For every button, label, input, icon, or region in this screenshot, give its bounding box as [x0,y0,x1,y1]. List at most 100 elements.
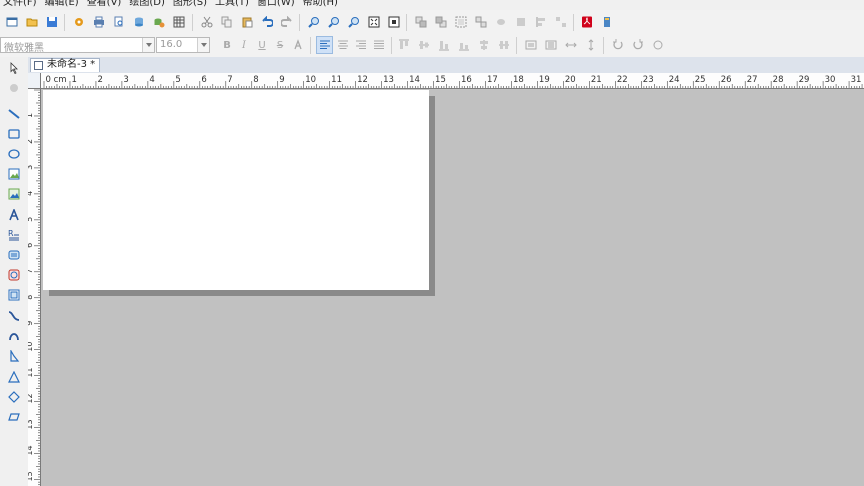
h-spacing-icon[interactable] [564,38,578,52]
v-spacing-icon[interactable] [584,38,598,52]
chevron-down-icon[interactable] [142,38,154,52]
horizontal-center-icon[interactable] [497,38,511,52]
align-center-button[interactable] [336,38,350,52]
grid-icon[interactable] [172,15,186,29]
ruler-label: 22 [617,75,628,85]
align-objects-icon[interactable] [534,15,548,29]
fit-width-icon[interactable] [387,15,401,29]
label-page[interactable] [43,90,429,290]
strike-button[interactable]: S [273,38,287,52]
menu-item-1[interactable]: 编辑(E) [41,0,83,8]
cut-icon[interactable] [200,15,214,29]
ruler-label: 0 cm [46,75,67,85]
ruler-label: 17 [487,75,498,85]
same-width-icon[interactable] [524,38,538,52]
curve-tool-icon[interactable] [7,309,21,323]
print-preview-icon[interactable] [112,15,126,29]
align-top-icon[interactable] [397,38,411,52]
document-tab[interactable]: 未命名-3 * [30,58,101,72]
font-size-select[interactable]: 16.0 [156,37,210,53]
ruler-label: 8 [28,295,34,300]
shape-tool-icon[interactable] [7,268,21,282]
document-icon [34,61,43,70]
arc-tool-icon[interactable] [7,329,21,343]
zoom-actual-icon[interactable] [347,15,361,29]
rectangle-tool-icon[interactable] [7,127,21,141]
calculator-icon[interactable] [600,15,614,29]
table-tool-icon[interactable] [7,288,21,302]
lock-icon[interactable] [514,15,528,29]
menu-item-6[interactable]: 窗口(W) [253,0,299,8]
chevron-down-icon[interactable] [197,38,209,52]
menu-item-4[interactable]: 图形(S) [169,0,211,8]
zoom-in-icon[interactable] [307,15,321,29]
undo-icon[interactable] [260,15,274,29]
bold-button[interactable]: B [220,38,234,52]
rich-text-tool-icon[interactable]: R [7,228,21,242]
underline-button[interactable]: U [255,38,269,52]
font-name-select[interactable]: 微软雅黑 [0,37,155,54]
ruler-label: 9 [279,75,284,85]
line-tool-icon[interactable] [7,107,21,121]
settings-gear-icon[interactable] [72,15,86,29]
diamond-tool-icon[interactable] [7,390,21,404]
align-bottom-icon[interactable] [437,38,451,52]
ungroup-icon[interactable] [474,15,488,29]
fit-page-icon[interactable] [367,15,381,29]
zoom-out-icon[interactable] [327,15,341,29]
ruler-label: 1 [71,75,76,85]
rotate-left-icon[interactable] [611,38,625,52]
ruler-label: 6 [201,75,206,85]
rotate-icon[interactable] [494,15,508,29]
copy-icon[interactable] [220,15,234,29]
barcode-tool-icon[interactable] [7,248,21,262]
align-justify-button[interactable] [372,38,386,52]
menu-item-2[interactable]: 查看(V) [83,0,126,8]
data-source-icon[interactable] [152,15,166,29]
print-icon[interactable] [92,15,106,29]
ruler-corner [28,73,41,89]
rotate-right-icon[interactable] [631,38,645,52]
paste-icon[interactable] [240,15,254,29]
same-height-icon[interactable] [544,38,558,52]
pan-hand-icon[interactable] [7,81,21,95]
flip-icon[interactable] [651,38,665,52]
open-folder-icon[interactable] [25,15,39,29]
text-tool-icon[interactable] [7,208,21,222]
ruler-label: 28 [773,75,784,85]
ruler-label: 8 [253,75,258,85]
ruler-label: 1 [28,113,34,118]
menu-item-5[interactable]: 工具(T) [211,0,253,8]
align-bottom-edge-icon[interactable] [457,38,471,52]
image-tool-icon[interactable] [7,167,21,181]
align-right-button[interactable] [354,38,368,52]
export-pdf-icon[interactable] [580,15,594,29]
new-file-icon[interactable] [5,15,19,29]
align-middle-icon[interactable] [417,38,431,52]
triangle-tool-icon[interactable] [7,370,21,384]
polyline-tool-icon[interactable] [7,349,21,363]
send-back-icon[interactable] [434,15,448,29]
ruler-label: 24 [669,75,680,85]
font-color-icon[interactable] [291,38,305,52]
menu-item-0[interactable]: 文件(F) [0,0,41,8]
ruler-label: 19 [539,75,550,85]
redo-icon[interactable] [280,15,294,29]
database-icon[interactable] [132,15,146,29]
italic-label: I [242,39,246,51]
vertical-center-icon[interactable] [477,38,491,52]
distribute-icon[interactable] [554,15,568,29]
bring-front-icon[interactable] [414,15,428,29]
ruler-label: 7 [227,75,232,85]
group-icon[interactable] [454,15,468,29]
menu-item-3[interactable]: 绘图(D) [125,0,169,8]
parallelogram-tool-icon[interactable] [7,410,21,424]
select-pointer-icon[interactable] [7,61,21,75]
italic-button[interactable]: I [237,38,251,52]
ellipse-tool-icon[interactable] [7,147,21,161]
ruler-label: 13 [28,419,34,429]
menu-item-7[interactable]: 帮助(H) [299,0,342,8]
picture-tool-icon[interactable] [7,187,21,201]
save-icon[interactable] [45,15,59,29]
align-left-button[interactable] [316,36,333,54]
